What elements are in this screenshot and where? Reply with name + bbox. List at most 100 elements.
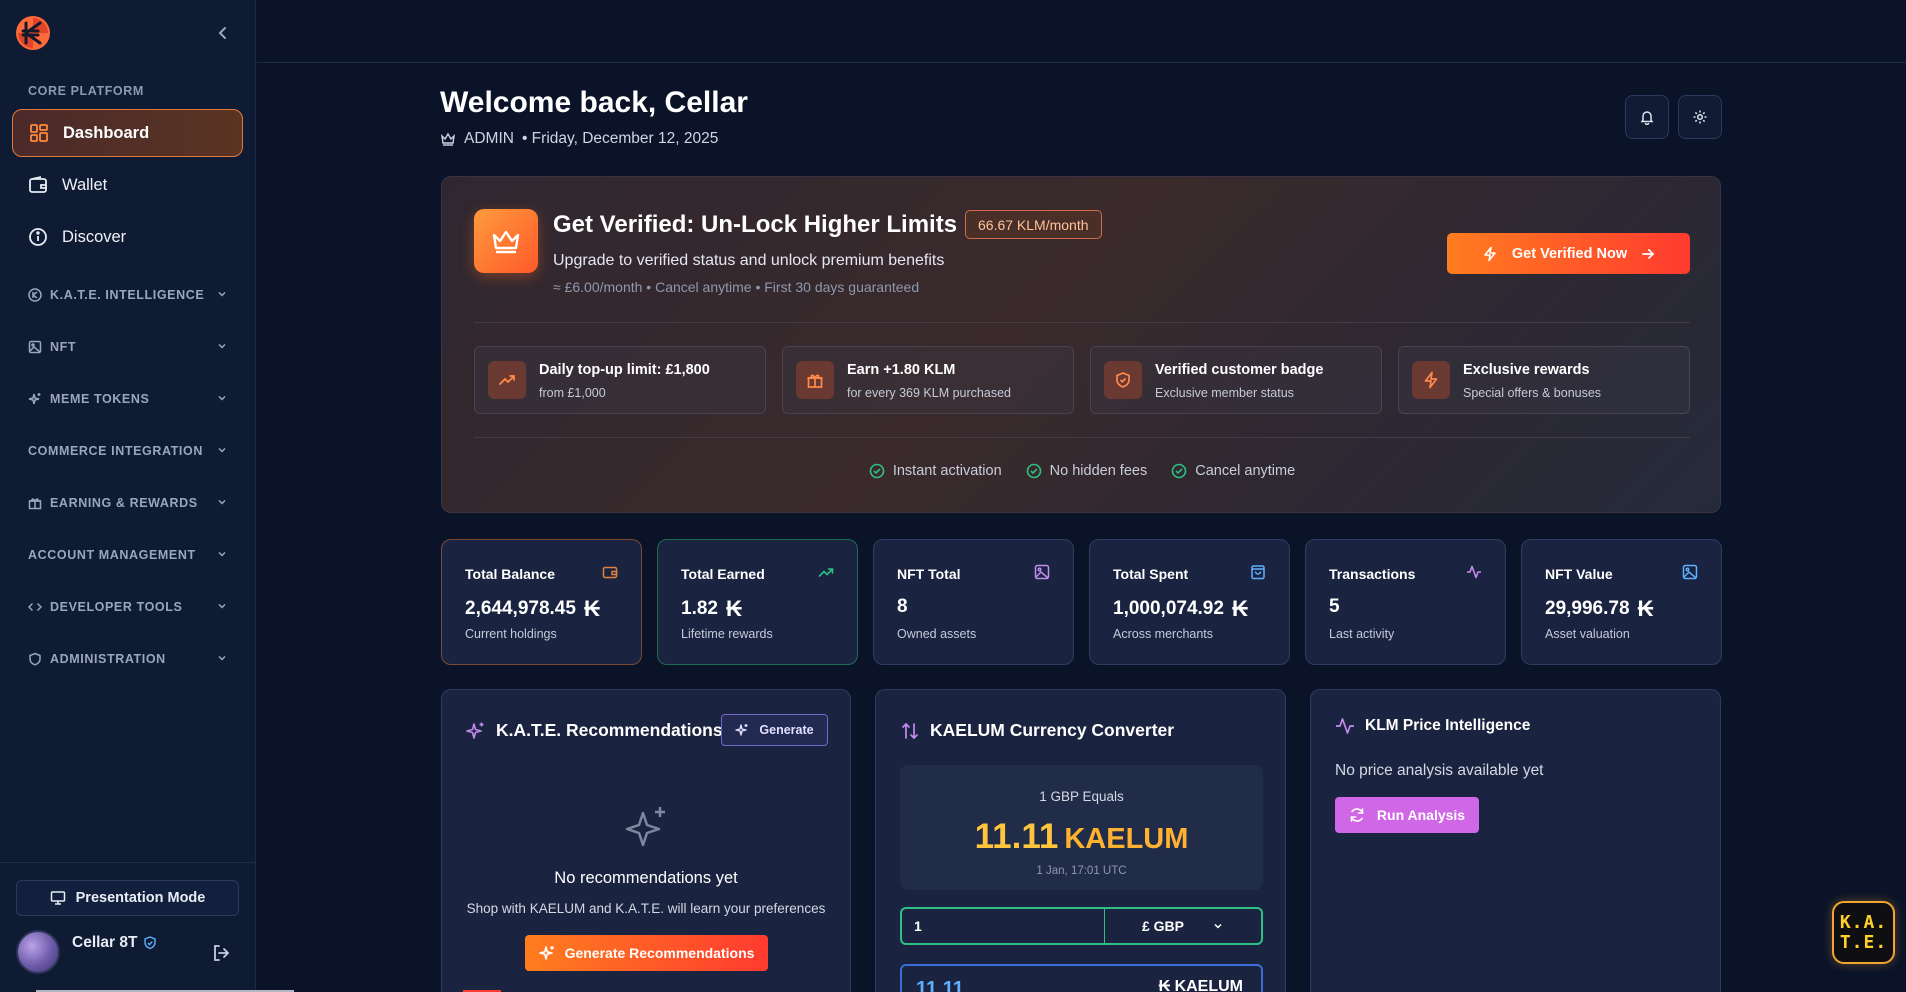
- crown-icon: [440, 131, 456, 147]
- sidebar-group-meme-tokens[interactable]: MEME TOKENS: [28, 392, 228, 406]
- sidebar-item-label: Discover: [62, 227, 127, 246]
- check-label: Instant activation: [892, 463, 1002, 479]
- sidebar-item-discover[interactable]: Discover: [12, 213, 243, 261]
- sidebar-item-wallet[interactable]: Wallet: [12, 161, 243, 209]
- user-profile[interactable]: Cellar 8T: [16, 930, 246, 976]
- chevron-down-icon: [216, 288, 228, 300]
- sidebar-group-developer[interactable]: DEVELOPER TOOLS: [28, 600, 228, 614]
- rate-value: 11.11: [974, 817, 1059, 856]
- output-value: 11.11: [916, 978, 964, 992]
- stat-value: 1.82: [681, 598, 718, 619]
- top-bar: [257, 0, 1906, 63]
- currency-select[interactable]: £ GBP: [1105, 909, 1261, 943]
- trending-up-icon: [488, 361, 526, 399]
- presentation-mode-button[interactable]: Presentation Mode: [16, 880, 239, 916]
- generate-button[interactable]: Generate: [721, 714, 828, 746]
- feature-subtitle: from £1,000: [539, 386, 606, 400]
- banner-subtitle: Upgrade to verified status and unlock pr…: [553, 252, 945, 269]
- settings-button[interactable]: [1678, 95, 1722, 139]
- sidebar-group-commerce[interactable]: COMMERCE INTEGRATION: [28, 444, 228, 458]
- role-label: ADMIN: [464, 130, 514, 147]
- kaelum-logo[interactable]: [14, 14, 52, 52]
- rate-value-row: 11.11 KAELUM: [900, 817, 1263, 857]
- sidebar-item-dashboard[interactable]: Dashboard: [12, 109, 243, 157]
- group-label: COMMERCE INTEGRATION: [28, 444, 203, 458]
- presentation-mode-label: Presentation Mode: [75, 890, 206, 906]
- image-icon: [28, 340, 42, 354]
- stat-card-nft-value[interactable]: NFT Value 29,996.78 ₭ Asset valuation: [1521, 539, 1722, 665]
- amount-input[interactable]: 1: [902, 909, 1105, 943]
- converter-title-row: KAELUM Currency Converter: [900, 720, 1174, 741]
- chevron-down-icon: [216, 340, 228, 352]
- sidebar-divider: [0, 862, 256, 863]
- generate-label: Generate: [759, 723, 814, 737]
- wallet-icon: [602, 564, 618, 580]
- group-label: MEME TOKENS: [50, 392, 150, 406]
- kate-label: K.A. T.E.: [1839, 911, 1888, 953]
- sidebar-group-nft[interactable]: NFT: [28, 340, 228, 354]
- feature-subtitle: for every 369 KLM purchased: [847, 386, 1011, 400]
- sidebar-group-administration[interactable]: ADMINISTRATION: [28, 652, 228, 666]
- conversion-input: 1 £ GBP: [900, 907, 1263, 945]
- code-icon: [28, 600, 42, 614]
- kaelum-symbol: ₭: [583, 596, 600, 621]
- rate-label: 1 GBP Equals: [1039, 789, 1124, 804]
- refresh-icon: [1349, 807, 1365, 823]
- bag-icon: [1250, 564, 1266, 580]
- stat-card-transactions[interactable]: Transactions 5 Last activity: [1305, 539, 1506, 665]
- get-verified-label: Get Verified Now: [1511, 245, 1628, 262]
- lightning-icon: [1482, 246, 1498, 262]
- feature-card: Exclusive rewards Special offers & bonus…: [1398, 346, 1690, 414]
- notifications-button[interactable]: [1625, 95, 1669, 139]
- stat-card-total-earned[interactable]: Total Earned 1.82 ₭ Lifetime rewards: [657, 539, 858, 665]
- stat-value: 5: [1329, 596, 1340, 617]
- sidebar: CORE PLATFORM Dashboard Wallet Discover …: [0, 0, 256, 992]
- feature-title: Daily top-up limit: £1,800: [539, 362, 710, 378]
- stat-value: 8: [897, 596, 908, 617]
- stat-card-total-balance[interactable]: Total Balance 2,644,978.45 ₭ Current hold…: [441, 539, 642, 665]
- avatar[interactable]: [16, 930, 60, 974]
- kaelum-symbol: ₭: [1637, 596, 1654, 621]
- page-title: Welcome back, Cellar: [440, 86, 748, 119]
- conversion-output: 11.11 ₭ KAELUM: [900, 964, 1263, 992]
- price-title-row: KLM Price Intelligence: [1335, 716, 1530, 736]
- check-circle-icon: [869, 463, 885, 479]
- stat-label: Transactions: [1329, 566, 1416, 582]
- trending-up-icon: [818, 564, 834, 580]
- stat-subtitle: Owned assets: [897, 627, 977, 641]
- stat-card-nft-total[interactable]: NFT Total 8 Owned assets: [873, 539, 1074, 665]
- get-verified-button[interactable]: Get Verified Now: [1447, 233, 1690, 274]
- stat-value: 29,996.78: [1545, 598, 1630, 619]
- run-analysis-button[interactable]: Run Analysis: [1335, 797, 1479, 833]
- stat-value: 1,000,074.92: [1113, 598, 1224, 619]
- sidebar-group-account[interactable]: ACCOUNT MANAGEMENT: [28, 548, 228, 562]
- page-subtitle: ADMIN • Friday, December 12, 2025: [440, 130, 718, 148]
- stat-label: NFT Value: [1545, 566, 1613, 582]
- arrow-right-icon: [1641, 247, 1655, 261]
- chevron-down-icon: [216, 652, 228, 664]
- price-empty-text: No price analysis available yet: [1335, 762, 1544, 779]
- gift-icon: [28, 496, 42, 510]
- stat-card-total-spent[interactable]: Total Spent 1,000,074.92 ₭ Across merchan…: [1089, 539, 1290, 665]
- shield-icon: [28, 652, 42, 666]
- grid-icon: [29, 123, 49, 143]
- rate-timestamp: 1 Jan, 17:01 UTC: [1036, 865, 1127, 877]
- user-name: Cellar 8T: [72, 934, 138, 951]
- logout-icon[interactable]: [210, 942, 232, 964]
- recommendations-title-row: K.A.T.E. Recommendations: [466, 720, 723, 741]
- group-label: ACCOUNT MANAGEMENT: [28, 548, 196, 562]
- stat-label: Total Spent: [1113, 566, 1189, 582]
- collapse-sidebar-icon[interactable]: [212, 22, 234, 44]
- wallet-icon: [28, 175, 48, 195]
- sparkle-icon: [623, 803, 671, 851]
- empty-title: No recommendations yet: [554, 869, 738, 887]
- generate-recommendations-button[interactable]: Generate Recommendations: [525, 935, 768, 971]
- recommendations-panel: K.A.T.E. Recommendations Generate No rec…: [441, 689, 851, 992]
- recommendations-title: K.A.T.E. Recommendations: [496, 720, 723, 740]
- stat-label: Total Earned: [681, 566, 765, 582]
- sidebar-group-kate[interactable]: K.A.T.E. INTELLIGENCE: [28, 288, 228, 302]
- kate-assistant-button[interactable]: K.A. T.E.: [1832, 901, 1895, 964]
- stat-label: Total Balance: [465, 566, 555, 582]
- kaelum-symbol: ₭: [725, 596, 742, 621]
- sidebar-group-earning[interactable]: EARNING & REWARDS: [28, 496, 228, 510]
